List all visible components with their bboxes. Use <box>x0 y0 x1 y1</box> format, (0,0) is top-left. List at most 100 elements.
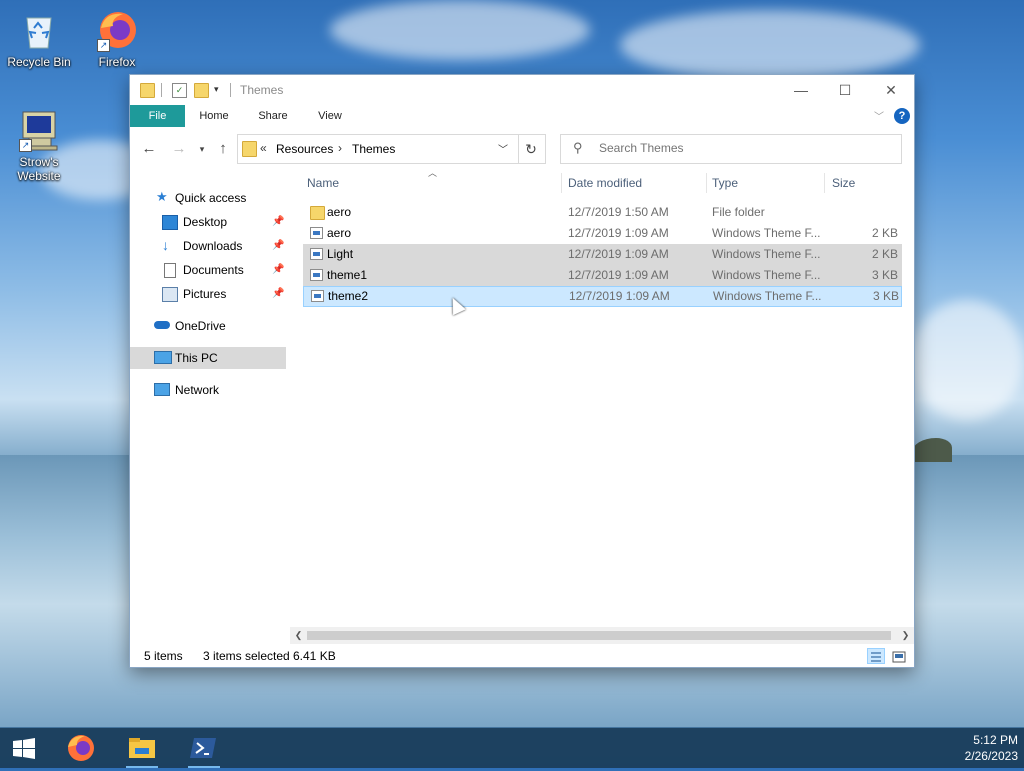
file-row-focused[interactable]: theme2 12/7/2019 1:09 AM Windows Theme F… <box>303 286 902 307</box>
file-explorer-window: ✓ ▾ Themes — ☐ ✕ File Home Share View ﹀ … <box>130 75 914 667</box>
back-button[interactable]: ← <box>140 140 158 158</box>
address-bar[interactable]: « Resources › Themes ﹀ <box>237 134 519 164</box>
pin-icon: 📌 <box>272 264 285 275</box>
tab-view[interactable]: View <box>308 105 352 127</box>
maximize-button[interactable]: ☐ <box>822 75 868 105</box>
scrollbar-thumb[interactable] <box>307 631 891 640</box>
divider <box>161 83 162 97</box>
breadcrumb-overflow[interactable]: « <box>260 141 267 155</box>
nav-downloads[interactable]: ↓ Downloads 📌 <box>130 235 286 257</box>
file-explorer-icon <box>129 738 155 758</box>
status-bar: 5 items 3 items selected 6.41 KB <box>130 645 914 667</box>
window-title: Themes <box>240 83 284 97</box>
folder-icon <box>242 141 257 157</box>
theme-file-icon <box>310 248 323 260</box>
expand-ribbon-icon[interactable]: ﹀ <box>874 108 884 123</box>
ribbon-tabs: File Home Share View ﹀ ? <box>130 105 914 127</box>
forward-button[interactable]: → <box>170 140 188 158</box>
taskbar: 5:12 PM 2/26/2023 <box>0 728 1024 768</box>
start-icon <box>13 738 35 759</box>
address-dropdown-icon[interactable]: ﹀ <box>498 141 508 156</box>
nav-this-pc[interactable]: This PC <box>130 347 286 369</box>
theme-file-icon <box>310 227 323 239</box>
file-row[interactable]: aero 12/7/2019 1:50 AM File folder <box>303 202 902 223</box>
clock-time: 5:12 PM <box>973 733 1018 747</box>
theme-file-icon <box>310 269 323 281</box>
tab-home[interactable]: Home <box>192 105 236 127</box>
tab-share[interactable]: Share <box>250 105 296 127</box>
pin-icon: 📌 <box>272 288 285 299</box>
pin-icon: 📌 <box>272 216 285 227</box>
refresh-button[interactable]: ↻ <box>517 134 546 164</box>
desktop-icon-label: Recycle Bin <box>7 55 71 69</box>
scroll-left-button[interactable]: ❮ <box>290 627 307 644</box>
breadcrumb-themes[interactable]: Themes <box>352 142 395 156</box>
nav-network[interactable]: Network <box>130 379 286 401</box>
help-icon[interactable]: ? <box>894 108 910 124</box>
star-icon: ★ <box>156 189 168 204</box>
item-count: 5 items <box>144 649 183 663</box>
column-header-type[interactable]: Type <box>712 171 822 195</box>
folder-icon <box>140 83 155 98</box>
selection-size: 6.41 KB <box>293 649 336 663</box>
recycle-bin-icon <box>17 8 61 52</box>
taskbar-file-explorer[interactable] <box>118 728 166 768</box>
nav-quick-access[interactable]: ★ Quick access <box>130 187 286 209</box>
properties-icon[interactable]: ✓ <box>172 83 187 98</box>
divider <box>824 173 825 193</box>
taskbar-firefox[interactable] <box>57 728 105 768</box>
breadcrumb-separator[interactable]: › <box>338 141 342 155</box>
title-bar[interactable]: ✓ ▾ Themes — ☐ ✕ <box>130 75 914 105</box>
column-header-name[interactable]: Name <box>307 171 557 195</box>
divider <box>230 83 231 97</box>
firefox-icon: ↗ <box>95 8 139 52</box>
taskbar-powershell[interactable] <box>180 728 228 768</box>
desktop-icon-firefox[interactable]: ↗ Firefox <box>80 8 154 69</box>
breadcrumb-resources[interactable]: Resources <box>276 142 333 156</box>
folder-icon <box>310 206 325 220</box>
new-folder-icon[interactable] <box>194 83 209 98</box>
shortcut-arrow-icon: ↗ <box>97 39 110 52</box>
nav-onedrive[interactable]: OneDrive <box>130 315 286 337</box>
up-button[interactable]: ↑ <box>214 140 232 158</box>
documents-icon <box>164 263 176 278</box>
selection-count: 3 items selected <box>203 649 290 663</box>
customize-toolbar-icon[interactable]: ▾ <box>214 83 227 96</box>
horizontal-scrollbar[interactable]: ❮ ❯ <box>290 627 914 644</box>
minimize-button[interactable]: — <box>778 75 824 105</box>
desktop-icon-website[interactable]: ↗ Strow's Website <box>2 108 76 183</box>
downloads-icon: ↓ <box>162 237 169 253</box>
close-button[interactable]: ✕ <box>868 75 914 105</box>
shortcut-arrow-icon: ↗ <box>19 139 32 152</box>
tab-file[interactable]: File <box>130 105 185 127</box>
navigation-bar: ← → ▾ ↑ « Resources › Themes ﹀ ↻ ⚲ <box>130 133 914 165</box>
theme-file-icon <box>311 290 324 302</box>
search-box[interactable]: ⚲ <box>560 134 902 164</box>
powershell-icon <box>190 738 216 758</box>
pictures-icon <box>162 287 178 302</box>
desktop-icon-label: Firefox <box>98 55 136 69</box>
scroll-right-button[interactable]: ❯ <box>897 627 914 644</box>
divider <box>706 173 707 193</box>
details-view-icon[interactable] <box>867 648 885 664</box>
pin-icon: 📌 <box>272 240 285 251</box>
nav-pictures[interactable]: Pictures 📌 <box>130 283 286 305</box>
file-row[interactable]: aero 12/7/2019 1:09 AM Windows Theme F..… <box>303 223 902 244</box>
system-clock[interactable]: 5:12 PM 2/26/2023 <box>948 732 1018 764</box>
large-icons-view-icon[interactable] <box>890 648 908 664</box>
nav-documents[interactable]: Documents 📌 <box>130 259 286 281</box>
file-list: ︿ Name Date modified Type Size aero 12/7… <box>303 168 908 626</box>
computer-icon: ↗ <box>17 108 61 152</box>
column-header-date[interactable]: Date modified <box>568 171 703 195</box>
desktop-icon-recycle-bin[interactable]: Recycle Bin <box>2 8 76 69</box>
column-header-size[interactable]: Size <box>832 171 902 195</box>
start-button[interactable] <box>0 728 48 768</box>
divider <box>561 173 562 193</box>
firefox-icon <box>68 735 94 761</box>
search-input[interactable] <box>599 140 889 156</box>
file-row-selected[interactable]: Light 12/7/2019 1:09 AM Windows Theme F.… <box>303 244 902 265</box>
recent-locations-button[interactable]: ▾ <box>193 140 211 158</box>
clock-date: 2/26/2023 <box>964 749 1018 763</box>
file-row-selected[interactable]: theme1 12/7/2019 1:09 AM Windows Theme F… <box>303 265 902 286</box>
nav-desktop[interactable]: Desktop 📌 <box>130 211 286 233</box>
